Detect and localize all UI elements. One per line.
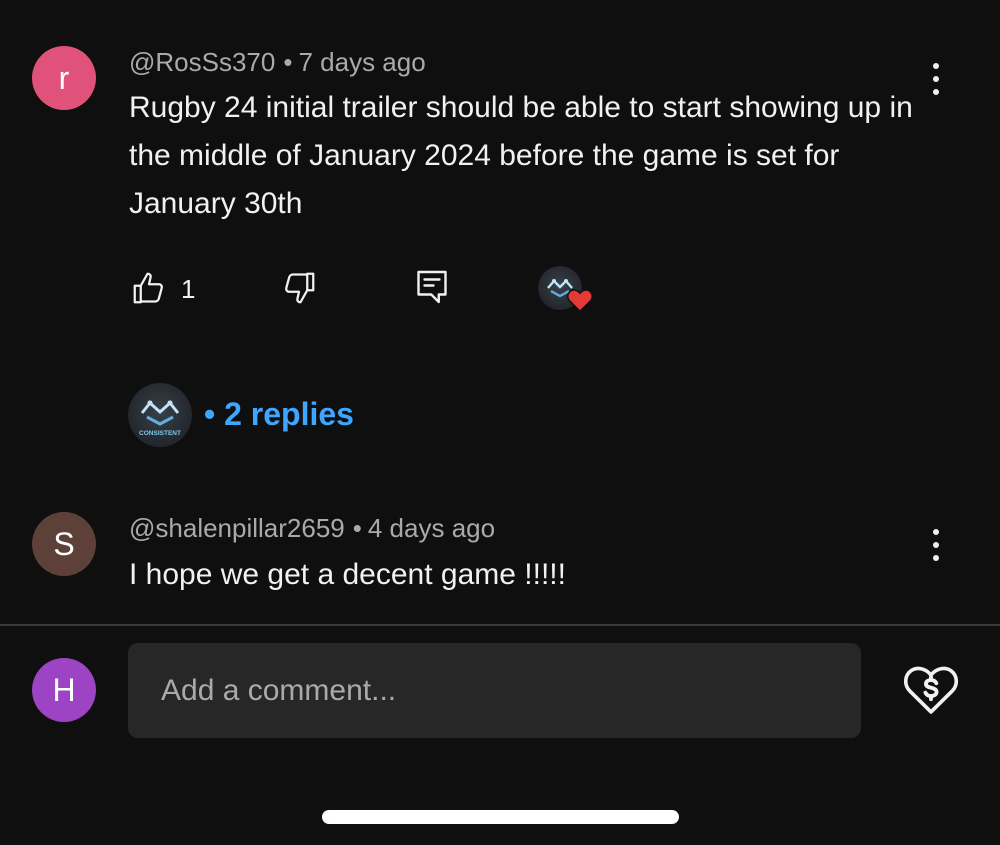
comment-timestamp: 7 days ago <box>298 47 426 77</box>
separator-dot: • <box>283 47 293 77</box>
heart-icon <box>567 289 593 313</box>
channel-logo-icon: CONSISTENT <box>139 400 181 437</box>
add-comment-input[interactable]: Add a comment... <box>128 643 861 738</box>
add-comment-placeholder: Add a comment... <box>161 673 397 707</box>
comment-timestamp: 4 days ago <box>367 513 496 543</box>
replies-count-label: 2 replies <box>224 396 354 432</box>
kebab-dot <box>933 529 939 535</box>
separator-dot: • <box>352 513 362 543</box>
view-replies-link[interactable]: • 2 replies <box>204 396 354 433</box>
comment-text: Rugby 24 initial trailer should be able … <box>129 91 913 220</box>
comment-reply-icon <box>417 270 447 304</box>
replies-bullet: • <box>204 396 225 432</box>
comment-meta: @shalenpillar2659 • 4 days ago <box>129 513 495 544</box>
comment-author-handle[interactable]: @RosSs370 <box>129 47 275 77</box>
home-indicator <box>322 810 679 824</box>
commenter-avatar[interactable]: r <box>32 46 96 110</box>
super-thanks-button[interactable] <box>902 660 960 718</box>
avatar-letter: S <box>53 525 75 562</box>
composer-divider <box>0 624 1000 626</box>
commenter-avatar[interactable]: S <box>32 512 96 576</box>
channel-logo-text: CONSISTENT <box>139 430 181 437</box>
avatar-letter: H <box>52 671 76 708</box>
comment-author-handle[interactable]: @shalenpillar2659 <box>129 513 345 543</box>
comment-meta: @RosSs370 • 7 days ago <box>129 47 426 78</box>
comment-text: I hope we get a decent game !!!!! <box>129 558 566 591</box>
like-count: 1 <box>181 274 196 304</box>
creator-heart-badge <box>566 286 594 314</box>
avatar-letter: r <box>58 59 70 96</box>
super-thanks-heart-dollar-icon <box>903 666 959 714</box>
thumbs-up-icon <box>133 272 163 304</box>
reply-creator-avatar[interactable]: CONSISTENT <box>128 383 192 447</box>
thumbs-down-icon <box>285 272 315 304</box>
kebab-dot <box>933 89 939 95</box>
comment-options-button[interactable] <box>921 525 951 565</box>
like-button[interactable] <box>131 270 167 306</box>
dislike-button[interactable] <box>281 270 317 306</box>
kebab-dot <box>933 63 939 69</box>
kebab-dot <box>933 555 939 561</box>
kebab-dot <box>933 76 939 82</box>
reply-button[interactable] <box>414 268 450 306</box>
comment-options-button[interactable] <box>921 59 951 99</box>
current-user-avatar: H <box>32 658 96 722</box>
kebab-dot <box>933 542 939 548</box>
